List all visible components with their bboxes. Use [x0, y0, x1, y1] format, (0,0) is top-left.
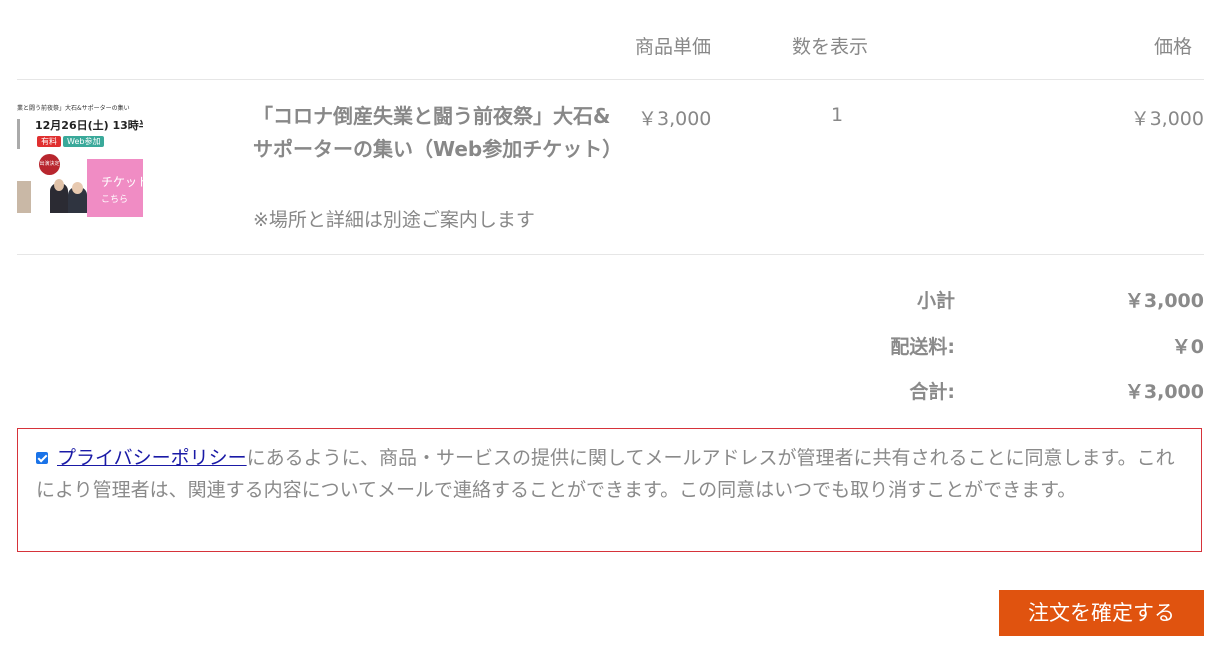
- item-divider: [17, 254, 1204, 255]
- item-price: ￥3,000: [1130, 108, 1204, 130]
- shipping-value: ￥0: [1171, 336, 1204, 358]
- product-thumbnail[interactable]: 業と闘う前夜祭」大石&サポーターの集い 12月26日(土) 13時半 有料 We…: [17, 103, 143, 217]
- thumbnail-person-head: [72, 182, 83, 194]
- confirm-order-button[interactable]: 注文を確定する: [999, 590, 1204, 636]
- consent-checkbox[interactable]: [36, 451, 48, 464]
- thumbnail-person: [17, 181, 31, 213]
- total-label: 合計:: [909, 381, 955, 403]
- total-value: ￥3,000: [1124, 381, 1204, 403]
- header-quantity: 数を表示: [792, 36, 869, 58]
- privacy-policy-link[interactable]: プライバシーポリシー: [57, 447, 247, 469]
- product-title[interactable]: 「コロナ倒産失業と闘う前夜祭」大石&サポーターの集い（Web参加チケット）: [253, 100, 622, 166]
- subtotal-value: ￥3,000: [1124, 290, 1204, 312]
- thumbnail-person-head: [54, 179, 64, 191]
- thumbnail-banner-text: チケット購: [101, 175, 143, 189]
- thumbnail-banner-sub: こちら: [101, 195, 129, 205]
- header-unit-price: 商品単価: [635, 36, 712, 58]
- subtotal-label: 小計: [916, 290, 955, 312]
- thumbnail-seal: 出演決定: [39, 154, 60, 175]
- item-quantity: 1: [831, 104, 844, 126]
- thumbnail-top-text: 業と闘う前夜祭」大石&サポーターの集い: [17, 103, 143, 112]
- thumbnail-date: 12月26日(土) 13時半: [35, 119, 143, 132]
- header-divider: [17, 79, 1204, 80]
- thumbnail-edge: [17, 119, 20, 149]
- thumbnail-tag-paid: 有料: [37, 136, 61, 147]
- header-price: 価格: [1154, 36, 1193, 58]
- shipping-label: 配送料:: [890, 336, 955, 358]
- privacy-consent-box: プライバシーポリシーにあるように、商品・サービスの提供に関してメールアドレスが管…: [17, 428, 1202, 552]
- item-unit-price: ￥3,000: [638, 108, 712, 130]
- thumbnail-tag-web: Web参加: [63, 136, 105, 147]
- product-note: ※場所と詳細は別途ご案内します: [253, 209, 535, 231]
